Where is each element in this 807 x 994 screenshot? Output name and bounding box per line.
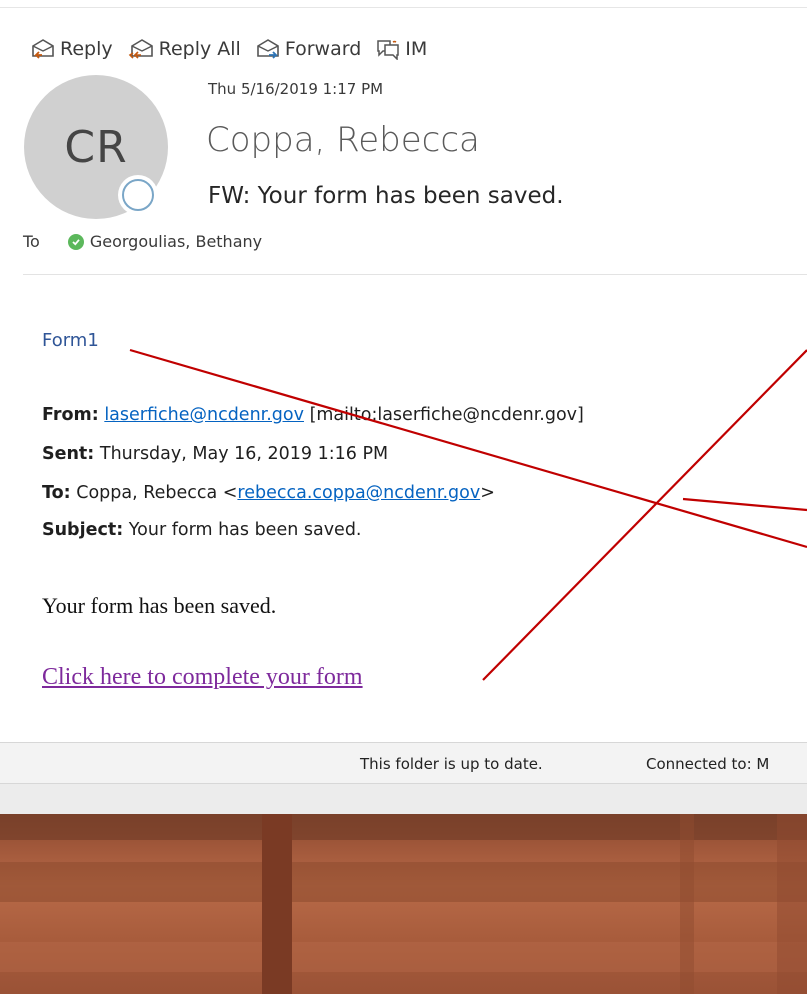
annotation-line-to [682, 497, 807, 512]
reply-label: Reply [60, 38, 113, 60]
to-line: To: Coppa, Rebecca <rebecca.coppa@ncdenr… [42, 483, 495, 503]
complete-form-link[interactable]: Click here to complete your form [42, 664, 363, 691]
desktop-background [0, 814, 807, 994]
folder-status: This folder is up to date. [360, 755, 543, 773]
forward-label: Forward [284, 38, 362, 60]
message-date: Thu 5/16/2019 1:17 PM [208, 80, 384, 98]
status-bar: This folder is up to date. Connected to:… [0, 742, 807, 784]
subject-label: Subject: [42, 520, 124, 540]
sender-name[interactable]: Coppa, Rebecca [206, 120, 480, 160]
to-email-link[interactable]: rebecca.coppa@ncdenr.gov [237, 483, 480, 503]
sent-line: Sent: Thursday, May 16, 2019 1:16 PM [42, 444, 388, 464]
reply-button[interactable]: Reply [30, 38, 113, 60]
form-title: Form1 [42, 330, 99, 351]
sent-value: Thursday, May 16, 2019 1:16 PM [99, 444, 389, 464]
sent-label: Sent: [42, 444, 95, 464]
to-line-label: To: [42, 483, 71, 503]
im-button[interactable]: IM [375, 38, 427, 60]
to-label: To [23, 232, 40, 251]
connection-status: Connected to: M [646, 755, 770, 773]
header-divider [23, 274, 807, 275]
body-text: Your form has been saved. [42, 593, 277, 618]
to-line-close: > [480, 483, 495, 503]
from-label: From: [42, 405, 99, 425]
from-email-link[interactable]: laserfiche@ncdenr.gov [104, 405, 304, 425]
to-line-name: Coppa, Rebecca < [76, 483, 238, 503]
forward-button[interactable]: Forward [255, 38, 361, 60]
window-bottom-edge [0, 784, 807, 814]
avatar-initials: CR [64, 121, 128, 173]
message-subject: FW: Your form has been saved. [208, 183, 564, 209]
reply-icon [32, 39, 54, 59]
recipients-row: To Georgoulias, Bethany [23, 232, 262, 251]
from-mailto: [mailto:laserfiche@ncdenr.gov] [309, 405, 584, 425]
im-icon [377, 40, 400, 60]
from-line: From: laserfiche@ncdenr.gov [mailto:lase… [42, 405, 584, 425]
subject-line: Subject: Your form has been saved. [42, 520, 362, 540]
reply-all-button[interactable]: Reply All [127, 38, 241, 60]
subject-value: Your form has been saved. [128, 520, 362, 540]
annotation-line-link [482, 349, 807, 681]
presence-status-icon [120, 177, 156, 213]
available-status-icon [67, 233, 84, 250]
top-edge [0, 0, 807, 8]
reply-all-icon [128, 39, 153, 59]
recipient-name[interactable]: Georgoulias, Bethany [90, 232, 262, 251]
im-label: IM [405, 38, 428, 60]
message-toolbar: Reply Reply All Forward IM [30, 34, 441, 64]
reply-all-label: Reply All [158, 38, 241, 60]
forward-icon [257, 39, 279, 59]
